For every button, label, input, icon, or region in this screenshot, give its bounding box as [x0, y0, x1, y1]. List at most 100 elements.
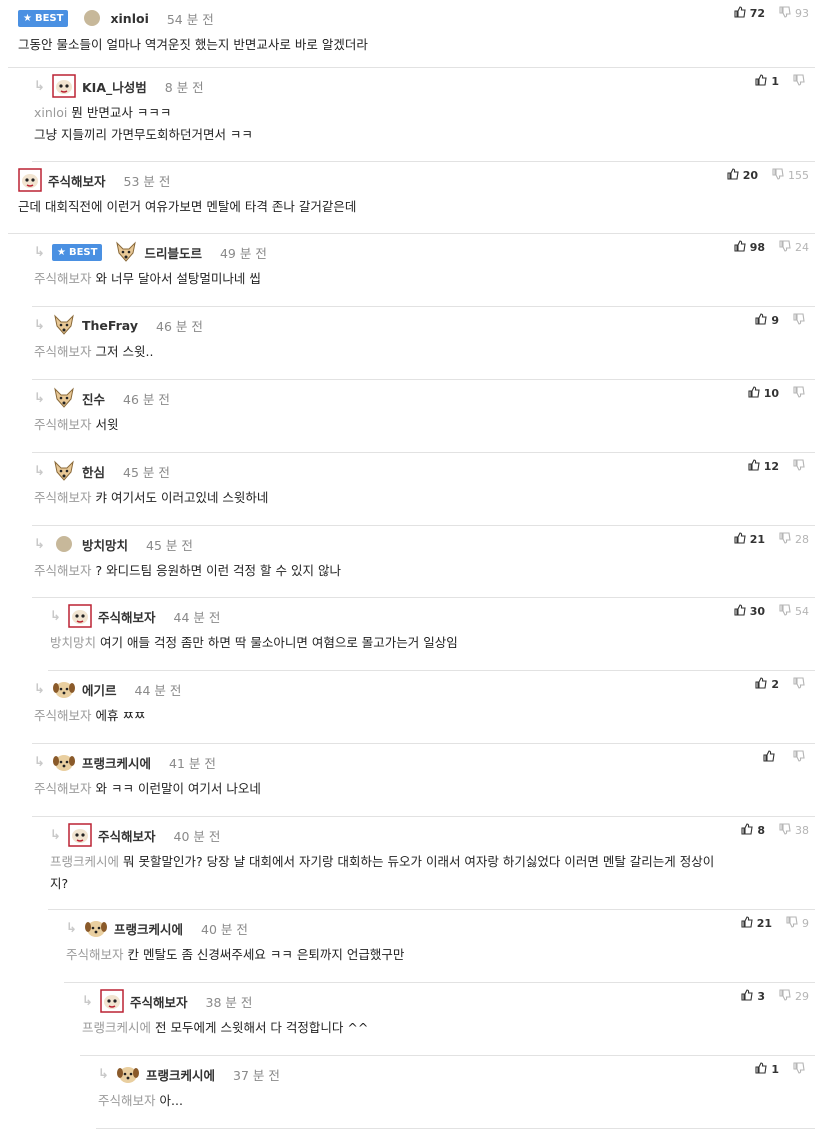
avatar[interactable] — [116, 1062, 140, 1086]
reply-arrow-icon: ↳ — [34, 463, 45, 479]
upvote-button[interactable]: 8 — [741, 823, 765, 838]
downvote-button[interactable]: 24 — [779, 240, 809, 255]
author-name[interactable]: 주식해보자 — [98, 826, 156, 845]
avatar[interactable] — [100, 989, 124, 1013]
mention-link[interactable]: xinloi — [34, 105, 67, 120]
upvote-button[interactable]: 72 — [734, 6, 765, 21]
downvote-button[interactable]: 93 — [779, 6, 809, 21]
mention-link[interactable]: 주식해보자 — [34, 344, 92, 359]
mention-link[interactable]: 주식해보자 — [34, 490, 92, 505]
avatar[interactable] — [68, 823, 92, 847]
vote-controls: 30 54 — [734, 604, 809, 619]
avatar[interactable] — [80, 6, 104, 30]
downvote-button[interactable] — [793, 750, 809, 765]
author-name[interactable]: 한심 — [82, 462, 105, 481]
upvote-button[interactable]: 12 — [748, 459, 779, 474]
upvote-button[interactable]: 98 — [734, 240, 765, 255]
avatar[interactable] — [52, 677, 76, 701]
upvote-button[interactable]: 10 — [748, 386, 779, 401]
upvote-button[interactable]: 9 — [755, 313, 779, 328]
best-badge: ★ BEST — [18, 9, 69, 27]
downvote-button[interactable] — [793, 1062, 809, 1077]
avatar[interactable] — [52, 313, 76, 337]
comment-time: 41 분 전 — [169, 755, 216, 771]
author-name[interactable]: 프랭크케시에 — [82, 753, 151, 772]
best-label: BEST — [68, 246, 98, 258]
upvote-count: 1 — [771, 1063, 779, 1076]
thumb-up-icon — [748, 386, 760, 401]
downvote-count: 28 — [795, 533, 809, 546]
downvote-button[interactable]: 38 — [779, 823, 809, 838]
mention-link[interactable]: 주식해보자 — [34, 781, 92, 796]
downvote-button[interactable]: 155 — [772, 168, 809, 183]
downvote-count: 9 — [802, 917, 809, 930]
avatar[interactable] — [52, 532, 76, 556]
upvote-button[interactable] — [763, 750, 779, 765]
mention-link[interactable]: 주식해보자 — [34, 563, 92, 578]
avatar[interactable] — [52, 459, 76, 483]
author-name[interactable]: 프랭크케시에 — [146, 1065, 215, 1084]
avatar[interactable] — [52, 74, 76, 98]
comment-time: 54 분 전 — [166, 11, 214, 27]
author-name[interactable]: 에기르 — [82, 680, 117, 699]
thumb-down-icon — [779, 989, 791, 1004]
thumb-up-icon — [755, 1062, 767, 1077]
upvote-button[interactable]: 30 — [734, 604, 765, 619]
mention-link[interactable]: 프랭크케시에 — [50, 854, 119, 869]
mention-link[interactable]: 방치망치 — [50, 635, 96, 650]
avatar[interactable] — [18, 168, 42, 192]
avatar[interactable] — [84, 916, 108, 940]
downvote-button[interactable] — [793, 677, 809, 692]
downvote-button[interactable] — [793, 74, 809, 89]
mention-link[interactable]: 주식해보자 — [66, 947, 124, 962]
upvote-button[interactable]: 2 — [755, 677, 779, 692]
upvote-count: 98 — [749, 241, 765, 254]
downvote-button[interactable]: 28 — [779, 532, 809, 547]
thumb-down-icon — [779, 240, 791, 255]
thumb-up-icon — [741, 989, 753, 1004]
downvote-button[interactable]: 54 — [779, 604, 809, 619]
author-name[interactable]: 주식해보자 — [48, 171, 106, 190]
downvote-button[interactable] — [793, 313, 809, 328]
avatar[interactable] — [68, 604, 92, 628]
mention-link[interactable]: 주식해보자 — [34, 708, 92, 723]
upvote-count: 20 — [742, 169, 758, 182]
author-name[interactable]: 드리블도르 — [144, 243, 202, 262]
author-name[interactable]: 주식해보자 — [98, 607, 156, 626]
upvote-button[interactable]: 3 — [741, 989, 765, 1004]
downvote-button[interactable]: 29 — [779, 989, 809, 1004]
comment-time: 46 분 전 — [156, 318, 203, 334]
mention-link[interactable]: 주식해보자 — [98, 1093, 156, 1108]
mention-link[interactable]: 주식해보자 — [34, 271, 92, 286]
upvote-button[interactable]: 1 — [755, 1062, 779, 1077]
upvote-count: 21 — [749, 533, 765, 546]
comment-header: 주식해보자 53 분 전 — [18, 168, 170, 192]
upvote-button[interactable]: 21 — [741, 916, 772, 931]
upvote-button[interactable]: 20 — [727, 168, 758, 183]
author-name[interactable]: 주식해보자 — [130, 992, 188, 1011]
mention-link[interactable]: 프랭크케시에 — [82, 1020, 151, 1035]
downvote-button[interactable] — [793, 386, 809, 401]
upvote-button[interactable]: 21 — [734, 532, 765, 547]
author-name[interactable]: 프랭크케시에 — [114, 919, 183, 938]
downvote-button[interactable] — [793, 459, 809, 474]
author-name[interactable]: xinloi — [110, 11, 148, 26]
avatar[interactable] — [52, 386, 76, 410]
downvote-button[interactable]: 9 — [786, 916, 809, 931]
comment-text: 칸 멘탈도 좀 신경써주세요 ㅋㅋ 은퇴까지 언급했구만 — [127, 947, 405, 962]
comment-header: ↳ 에기르 44 분 전 — [34, 677, 181, 701]
mention-link[interactable]: 주식해보자 — [34, 417, 92, 432]
author-name[interactable]: KIA_나성범 — [82, 77, 147, 96]
avatar[interactable] — [114, 240, 138, 264]
upvote-count: 30 — [749, 605, 765, 618]
vote-controls: 3 29 — [741, 989, 809, 1004]
author-name[interactable]: TheFray — [82, 318, 138, 333]
comment-body: 주식해보자 칸 멘탈도 좀 신경써주세요 ㅋㅋ 은퇴까지 언급했구만 — [66, 944, 801, 966]
upvote-button[interactable]: 1 — [755, 74, 779, 89]
avatar[interactable] — [52, 750, 76, 774]
vote-controls: 21 9 — [741, 916, 809, 931]
reply-arrow-icon: ↳ — [34, 390, 45, 406]
author-name[interactable]: 진수 — [82, 389, 105, 408]
downvote-count: 155 — [788, 169, 809, 182]
author-name[interactable]: 방치망치 — [82, 535, 128, 554]
